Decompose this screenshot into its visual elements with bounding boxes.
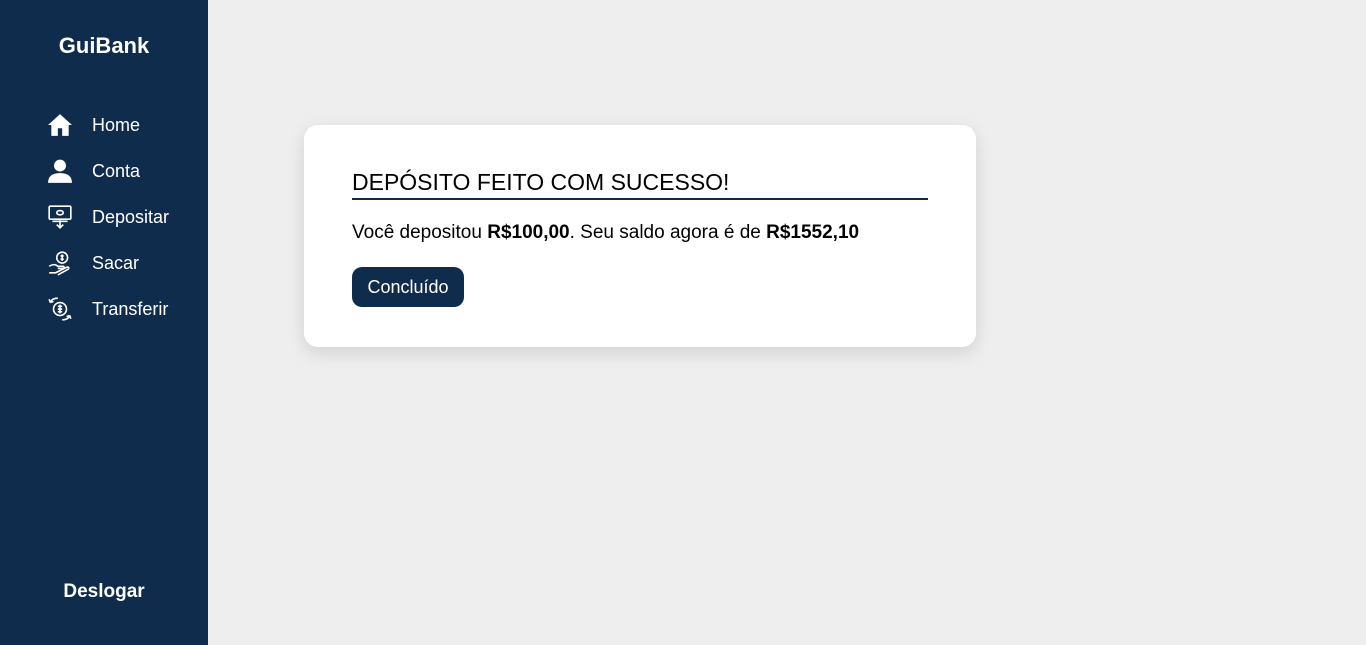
brand-logo: GuiBank (58, 33, 150, 58)
modal-title: DEPÓSITO FEITO COM SUCESSO! (352, 169, 928, 200)
modal-message: Você depositou R$100,00. Seu saldo agora… (352, 222, 859, 244)
transfer-icon (46, 295, 74, 323)
sidebar-item-transferir[interactable]: Transferir (46, 286, 169, 332)
logout-button[interactable]: Deslogar (0, 581, 208, 603)
balance-amount: R$1552,10 (766, 222, 860, 243)
sidebar-item-depositar[interactable]: Depositar (46, 194, 169, 240)
done-button[interactable]: Concluído (352, 267, 464, 307)
deposit-amount: R$100,00 (487, 222, 570, 243)
user-icon (46, 157, 74, 185)
deposit-icon (46, 203, 74, 231)
success-modal: DEPÓSITO FEITO COM SUCESSO! Você deposit… (304, 125, 976, 347)
message-middle: . Seu saldo agora é de (569, 222, 767, 243)
sidebar-item-label: Home (92, 114, 141, 135)
sidebar-item-label: Conta (92, 160, 141, 181)
withdraw-icon (46, 249, 74, 277)
sidebar-item-label: Depositar (92, 206, 170, 227)
sidebar-nav: Home Conta Depositar Sacar Transferir (46, 102, 169, 332)
message-prefix: Você depositou (352, 222, 488, 243)
sidebar: GuiBank Home Conta Depositar Sacar Trans… (0, 0, 208, 645)
sidebar-item-label: Transferir (92, 298, 169, 319)
home-icon (46, 111, 74, 139)
sidebar-item-sacar[interactable]: Sacar (46, 240, 169, 286)
sidebar-item-label: Sacar (92, 252, 140, 273)
sidebar-item-home[interactable]: Home (46, 102, 169, 148)
sidebar-item-conta[interactable]: Conta (46, 148, 169, 194)
